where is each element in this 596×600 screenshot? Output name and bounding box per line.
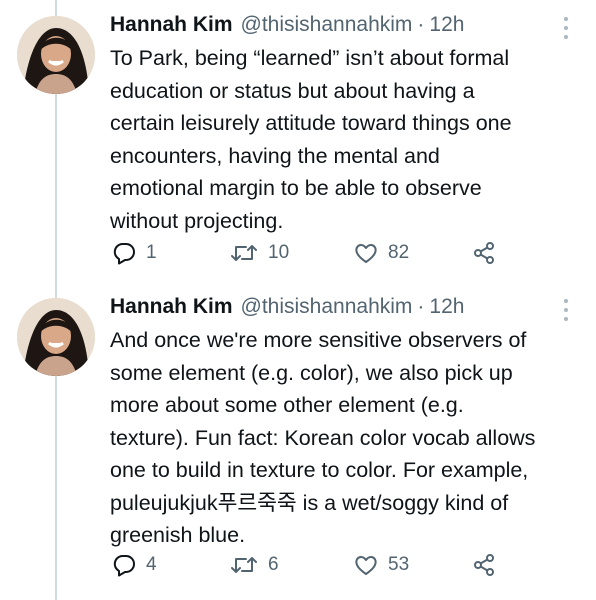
share-button[interactable] bbox=[472, 551, 496, 579]
tweet-text: And once we're more sensitive observers … bbox=[110, 328, 536, 547]
retweet-icon bbox=[230, 241, 258, 265]
reply-icon bbox=[112, 241, 136, 265]
reply-icon bbox=[112, 553, 136, 577]
like-count: 53 bbox=[388, 554, 410, 575]
timestamp[interactable]: 12h bbox=[429, 295, 464, 319]
reply-button[interactable]: 1 bbox=[112, 239, 157, 267]
tweet-actions: 4 6 53 bbox=[112, 551, 512, 579]
like-button[interactable]: 82 bbox=[354, 239, 409, 267]
author-handle[interactable]: @thisishannahkim bbox=[241, 295, 413, 319]
share-icon bbox=[472, 241, 496, 265]
tweet-actions: 1 10 82 bbox=[112, 239, 512, 267]
like-count: 82 bbox=[388, 242, 410, 263]
like-icon bbox=[354, 553, 378, 577]
like-button[interactable]: 53 bbox=[354, 551, 409, 579]
retweet-button[interactable]: 6 bbox=[230, 551, 279, 579]
like-icon bbox=[354, 241, 378, 265]
timestamp[interactable]: 12h bbox=[429, 13, 464, 37]
author-name[interactable]: Hannah Kim bbox=[110, 13, 233, 37]
share-icon bbox=[472, 553, 496, 577]
share-button[interactable] bbox=[472, 239, 496, 267]
tweet[interactable]: Hannah Kim @thisishannahkim · 12h To Par… bbox=[0, 0, 596, 282]
avatar[interactable] bbox=[17, 298, 95, 376]
separator: · bbox=[417, 295, 425, 318]
author-name[interactable]: Hannah Kim bbox=[110, 295, 233, 319]
more-options-icon[interactable] bbox=[562, 299, 570, 321]
retweet-count: 6 bbox=[268, 554, 279, 575]
tweet-text: To Park, being “learned” isn’t about for… bbox=[110, 46, 512, 233]
retweet-count: 10 bbox=[268, 242, 290, 263]
retweet-button[interactable]: 10 bbox=[230, 239, 289, 267]
author-handle[interactable]: @thisishannahkim bbox=[241, 13, 413, 37]
reply-count: 4 bbox=[146, 554, 157, 575]
reply-count: 1 bbox=[146, 242, 157, 263]
tweet-header: Hannah Kim @thisishannahkim · 12h bbox=[110, 295, 464, 325]
more-options-icon[interactable] bbox=[562, 17, 570, 39]
retweet-icon bbox=[230, 553, 258, 577]
tweet-header: Hannah Kim @thisishannahkim · 12h bbox=[110, 13, 464, 43]
avatar[interactable] bbox=[17, 16, 95, 94]
separator: · bbox=[417, 13, 425, 36]
reply-button[interactable]: 4 bbox=[112, 551, 157, 579]
